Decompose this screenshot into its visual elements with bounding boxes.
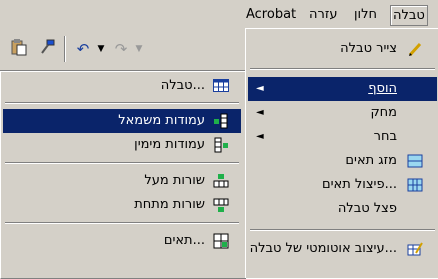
menu-item-select[interactable]: ◄ בחר — [248, 125, 437, 149]
menu-item-draw-table[interactable]: צייר טבלה — [248, 37, 437, 61]
redo-dropdown-icon[interactable]: ▼ — [132, 38, 146, 60]
toolbar-separator — [64, 36, 66, 62]
toolbar: ↶ ▼ ↷ ▼ — [0, 28, 245, 71]
menu-item-split-cells[interactable]: פיצול תאים... — [248, 173, 437, 197]
menu-bar: טבלה חלון עזרה Acrobat — [0, 0, 438, 28]
split-cells-icon — [407, 177, 423, 193]
cells-icon — [213, 233, 229, 249]
menu-window[interactable]: חלון — [352, 5, 379, 24]
table-menu: צייר טבלה ◄ הוסף ◄ מחק ◄ בחר מזג תאים פי… — [245, 28, 438, 278]
columns-left-icon — [213, 113, 229, 129]
submenu-divider — [5, 222, 239, 224]
menu-item-table-autoformat[interactable]: עיצוב אוטומטי של טבלה... — [248, 237, 437, 261]
submenu-item-cells[interactable]: תאים... — [3, 229, 241, 253]
rows-below-icon — [213, 197, 229, 213]
menu-item-split-table[interactable]: פצל טבלה — [248, 197, 437, 221]
table-icon — [213, 78, 229, 94]
submenu-item-table[interactable]: טבלה... — [3, 74, 241, 98]
menu-acrobat[interactable]: Acrobat — [244, 5, 298, 24]
pencil-icon — [407, 41, 423, 57]
menu-table[interactable]: טבלה — [390, 5, 428, 26]
submenu-arrow-icon: ◄ — [256, 131, 264, 142]
submenu-item-rows-below[interactable]: שורות מתחת — [3, 193, 241, 217]
submenu-item-columns-left[interactable]: עמודות משמאל — [3, 109, 241, 133]
submenu-arrow-icon: ◄ — [256, 83, 264, 94]
submenu-item-columns-right[interactable]: עמודות מימין — [3, 133, 241, 157]
insert-submenu: טבלה... עמודות משמאל עמודות מימין שורות … — [0, 71, 246, 279]
format-painter-icon[interactable] — [36, 38, 58, 60]
submenu-arrow-icon: ◄ — [256, 107, 264, 118]
rows-above-icon — [213, 173, 229, 189]
menu-divider — [250, 229, 435, 231]
paste-icon[interactable] — [8, 38, 30, 60]
undo-icon[interactable]: ↶ — [72, 38, 94, 60]
redo-icon[interactable]: ↷ — [110, 38, 132, 60]
menu-item-delete[interactable]: ◄ מחק — [248, 101, 437, 125]
menu-item-merge-cells[interactable]: מזג תאים — [248, 149, 437, 173]
submenu-divider — [5, 162, 239, 164]
autoformat-icon — [407, 241, 423, 257]
merge-cells-icon — [407, 153, 423, 169]
undo-dropdown-icon[interactable]: ▼ — [94, 38, 108, 60]
columns-right-icon — [213, 137, 229, 153]
submenu-divider — [5, 102, 239, 104]
menu-help[interactable]: עזרה — [307, 5, 339, 24]
submenu-item-rows-above[interactable]: שורות מעל — [3, 169, 241, 193]
menu-divider — [250, 68, 435, 70]
menu-item-insert[interactable]: ◄ הוסף — [248, 77, 437, 101]
